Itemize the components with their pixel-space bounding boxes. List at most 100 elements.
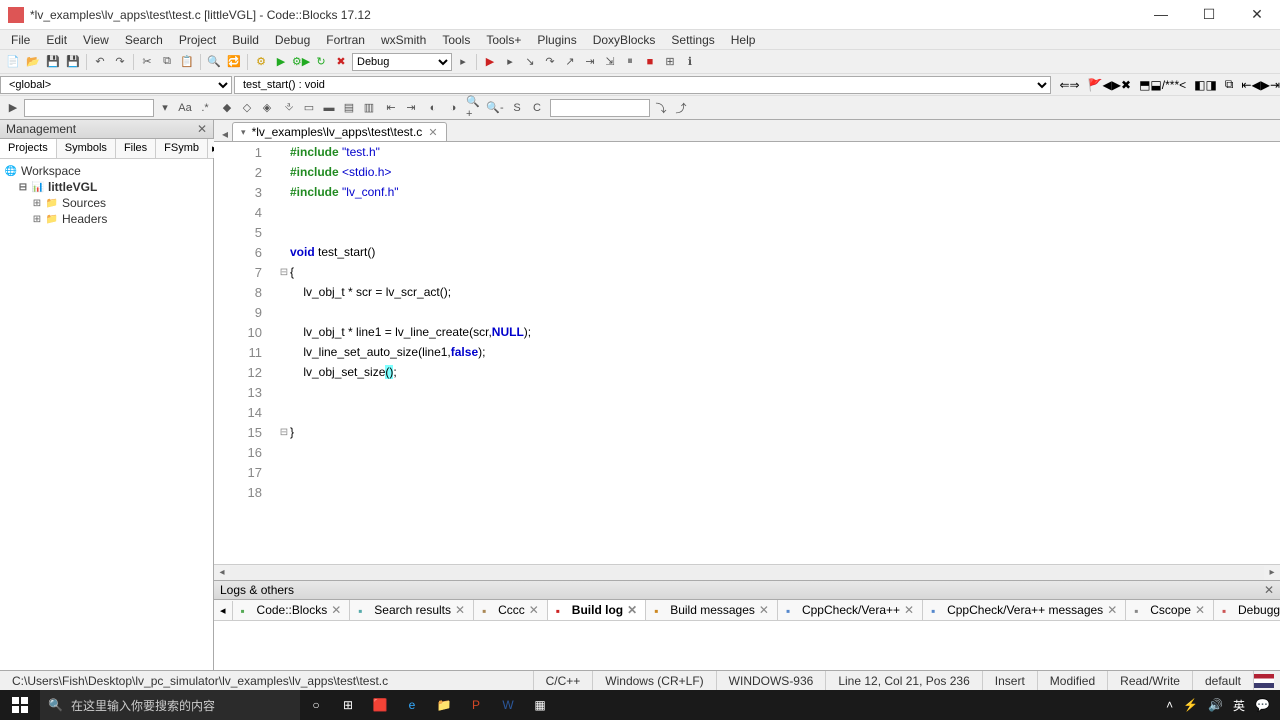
menu-tools+[interactable]: Tools+ <box>479 31 528 49</box>
menu-settings[interactable]: Settings <box>664 31 721 49</box>
c-icon[interactable]: C <box>528 99 546 117</box>
paste-icon[interactable]: 📋 <box>178 53 196 71</box>
replace-icon[interactable]: 🔁 <box>225 53 243 71</box>
toggle1-icon[interactable]: ◐ <box>424 99 442 117</box>
headers-folder[interactable]: ⊞ 📁 Headers <box>4 211 209 227</box>
system-tray[interactable]: ˄ ⚡ 🔊 英 💬 <box>1156 697 1280 714</box>
logs-tab-close-icon[interactable]: ✕ <box>455 603 465 617</box>
block1-icon[interactable]: ▭ <box>300 99 318 117</box>
menu-debug[interactable]: Debug <box>268 31 317 49</box>
lang-flag-icon[interactable] <box>1254 674 1274 688</box>
copy-icon[interactable]: ⧉ <box>158 53 176 71</box>
logs-tab-1[interactable]: ▪Search results✕ <box>350 600 474 620</box>
next-instr-icon[interactable]: ⇥ <box>581 53 599 71</box>
indent-icon[interactable]: ⇤ <box>382 99 400 117</box>
comment-icon[interactable]: /** <box>1162 78 1175 92</box>
zoom-out-icon[interactable]: 🔍- <box>486 99 504 117</box>
build-icon[interactable]: ⚙ <box>252 53 270 71</box>
code-line[interactable]: 15⊟} <box>214 422 1280 442</box>
ime-icon[interactable]: 英 <box>1233 697 1245 714</box>
debug-continue-icon[interactable]: ▶ <box>481 53 499 71</box>
build-run-icon[interactable]: ⚙▶ <box>292 53 310 71</box>
logs-tab-2[interactable]: ▪Cccc✕ <box>474 600 548 620</box>
powerpoint-icon[interactable]: P <box>460 690 492 720</box>
project-tree[interactable]: 🌐 Workspace ⊟ 📊 littleVGL ⊞ 📁 Sources ⊞ … <box>0 159 213 670</box>
abort-icon[interactable]: ✖ <box>332 53 350 71</box>
logs-tab-close-icon[interactable]: ✕ <box>759 603 769 617</box>
code-line[interactable]: 13 <box>214 382 1280 402</box>
menu-help[interactable]: Help <box>724 31 763 49</box>
jump-fwd-icon[interactable]: ⇥ <box>1270 78 1280 92</box>
app-icon-1[interactable]: 🟥 <box>364 690 396 720</box>
logs-tab-4[interactable]: ▪Build messages✕ <box>646 600 778 620</box>
scope-class-select[interactable]: <global> <box>0 76 232 94</box>
logs-tab-0[interactable]: ▪Code::Blocks✕ <box>233 600 351 620</box>
undo-icon[interactable]: ↶ <box>91 53 109 71</box>
start-button[interactable] <box>0 690 40 720</box>
code-line[interactable]: 8 lv_obj_t * scr = lv_scr_act(); <box>214 282 1280 302</box>
nav-fwd-icon[interactable]: ⇒ <box>1070 78 1080 92</box>
step-out-icon[interactable]: ↗ <box>561 53 579 71</box>
explorer-icon[interactable]: 📁 <box>428 690 460 720</box>
sel-icon[interactable]: ⎀ <box>280 99 298 117</box>
close-button[interactable]: ✕ <box>1242 6 1272 23</box>
zoom-in-icon[interactable]: 🔍+ <box>466 99 484 117</box>
menu-fortran[interactable]: Fortran <box>319 31 372 49</box>
code-line[interactable]: 17 <box>214 462 1280 482</box>
jump-next-icon[interactable]: ▶ <box>1261 78 1270 92</box>
logs-tab-7[interactable]: ▪Cscope✕ <box>1126 600 1214 620</box>
search-go-icon[interactable]: ▶ <box>4 99 22 117</box>
hl3-icon[interactable]: ◈ <box>258 99 276 117</box>
cortana-icon[interactable]: ○ <box>300 690 332 720</box>
code-line[interactable]: 10 lv_obj_t * line1 = lv_line_create(scr… <box>214 322 1280 342</box>
sidebar-tab-fsymb[interactable]: FSymb <box>156 139 208 158</box>
debug-windows-icon[interactable]: ⊞ <box>661 53 679 71</box>
nav-back-icon[interactable]: ⇐ <box>1059 78 1069 92</box>
open-icon[interactable]: 📂 <box>24 53 42 71</box>
panel-close-icon[interactable]: ✕ <box>197 122 207 136</box>
logs-tab-close-icon[interactable]: ✕ <box>1195 603 1205 617</box>
goto2-icon[interactable]: ⤴ <box>672 99 690 117</box>
logs-tab-3[interactable]: ▪Build log✕ <box>548 600 646 620</box>
menu-project[interactable]: Project <box>172 31 223 49</box>
logs-tab-8[interactable]: ▪Debugger✕ <box>1214 600 1280 620</box>
menu-doxyblocks[interactable]: DoxyBlocks <box>586 31 663 49</box>
expander-icon[interactable]: ⊞ <box>32 214 42 225</box>
tray-up-icon[interactable]: ˄ <box>1166 698 1173 712</box>
find-icon[interactable]: 🔍 <box>205 53 223 71</box>
logs-tab-close-icon[interactable]: ✕ <box>1107 603 1117 617</box>
target-icon[interactable]: ▸ <box>454 53 472 71</box>
code-line[interactable]: 12 lv_obj_set_size(); <box>214 362 1280 382</box>
outdent-icon[interactable]: ⇥ <box>402 99 420 117</box>
logs-tab-close-icon[interactable]: ✕ <box>904 603 914 617</box>
minimize-button[interactable]: — <box>1146 6 1176 23</box>
tab-close-icon[interactable]: ✕ <box>428 126 437 139</box>
volume-icon[interactable]: 🔊 <box>1208 698 1223 712</box>
logs-tab-close-icon[interactable]: ✕ <box>627 603 637 617</box>
codeblocks-taskbar-icon[interactable]: ▦ <box>524 690 556 720</box>
build-target-select[interactable]: Debug <box>352 53 452 71</box>
bookmark-toggle-icon[interactable]: 🚩 <box>1088 78 1103 92</box>
hl2-icon[interactable]: ◇ <box>238 99 256 117</box>
bookmark-clear-icon[interactable]: ✖ <box>1121 78 1131 92</box>
step-instr-icon[interactable]: ⇲ <box>601 53 619 71</box>
break-icon[interactable]: ⏸ <box>621 53 639 71</box>
sidebar-tab-symbols[interactable]: Symbols <box>57 139 116 158</box>
goto-icon[interactable]: ⤵ <box>652 99 670 117</box>
chevron-down-icon[interactable]: ▾ <box>241 127 246 138</box>
code-line[interactable]: 14 <box>214 402 1280 422</box>
scope-func-select[interactable]: test_start() : void <box>234 76 1051 94</box>
doxy2-icon[interactable]: ⬓ <box>1150 78 1161 92</box>
code-line[interactable]: 1#include "test.h" <box>214 142 1280 162</box>
horizontal-scrollbar[interactable]: ◂ ▸ <box>214 564 1280 580</box>
menu-tools[interactable]: Tools <box>435 31 477 49</box>
search-input[interactable] <box>24 99 154 117</box>
step-into-icon[interactable]: ↘ <box>521 53 539 71</box>
block2-icon[interactable]: ▬ <box>320 99 338 117</box>
code-editor[interactable]: 1#include "test.h"2#include <stdio.h>3#i… <box>214 142 1280 564</box>
bookmark-next-icon[interactable]: ▶ <box>1112 78 1121 92</box>
expander-icon[interactable]: ⊞ <box>32 198 42 209</box>
misc2-icon[interactable]: ◨ <box>1205 78 1216 92</box>
rebuild-icon[interactable]: ↻ <box>312 53 330 71</box>
code-line[interactable]: 5 <box>214 222 1280 242</box>
